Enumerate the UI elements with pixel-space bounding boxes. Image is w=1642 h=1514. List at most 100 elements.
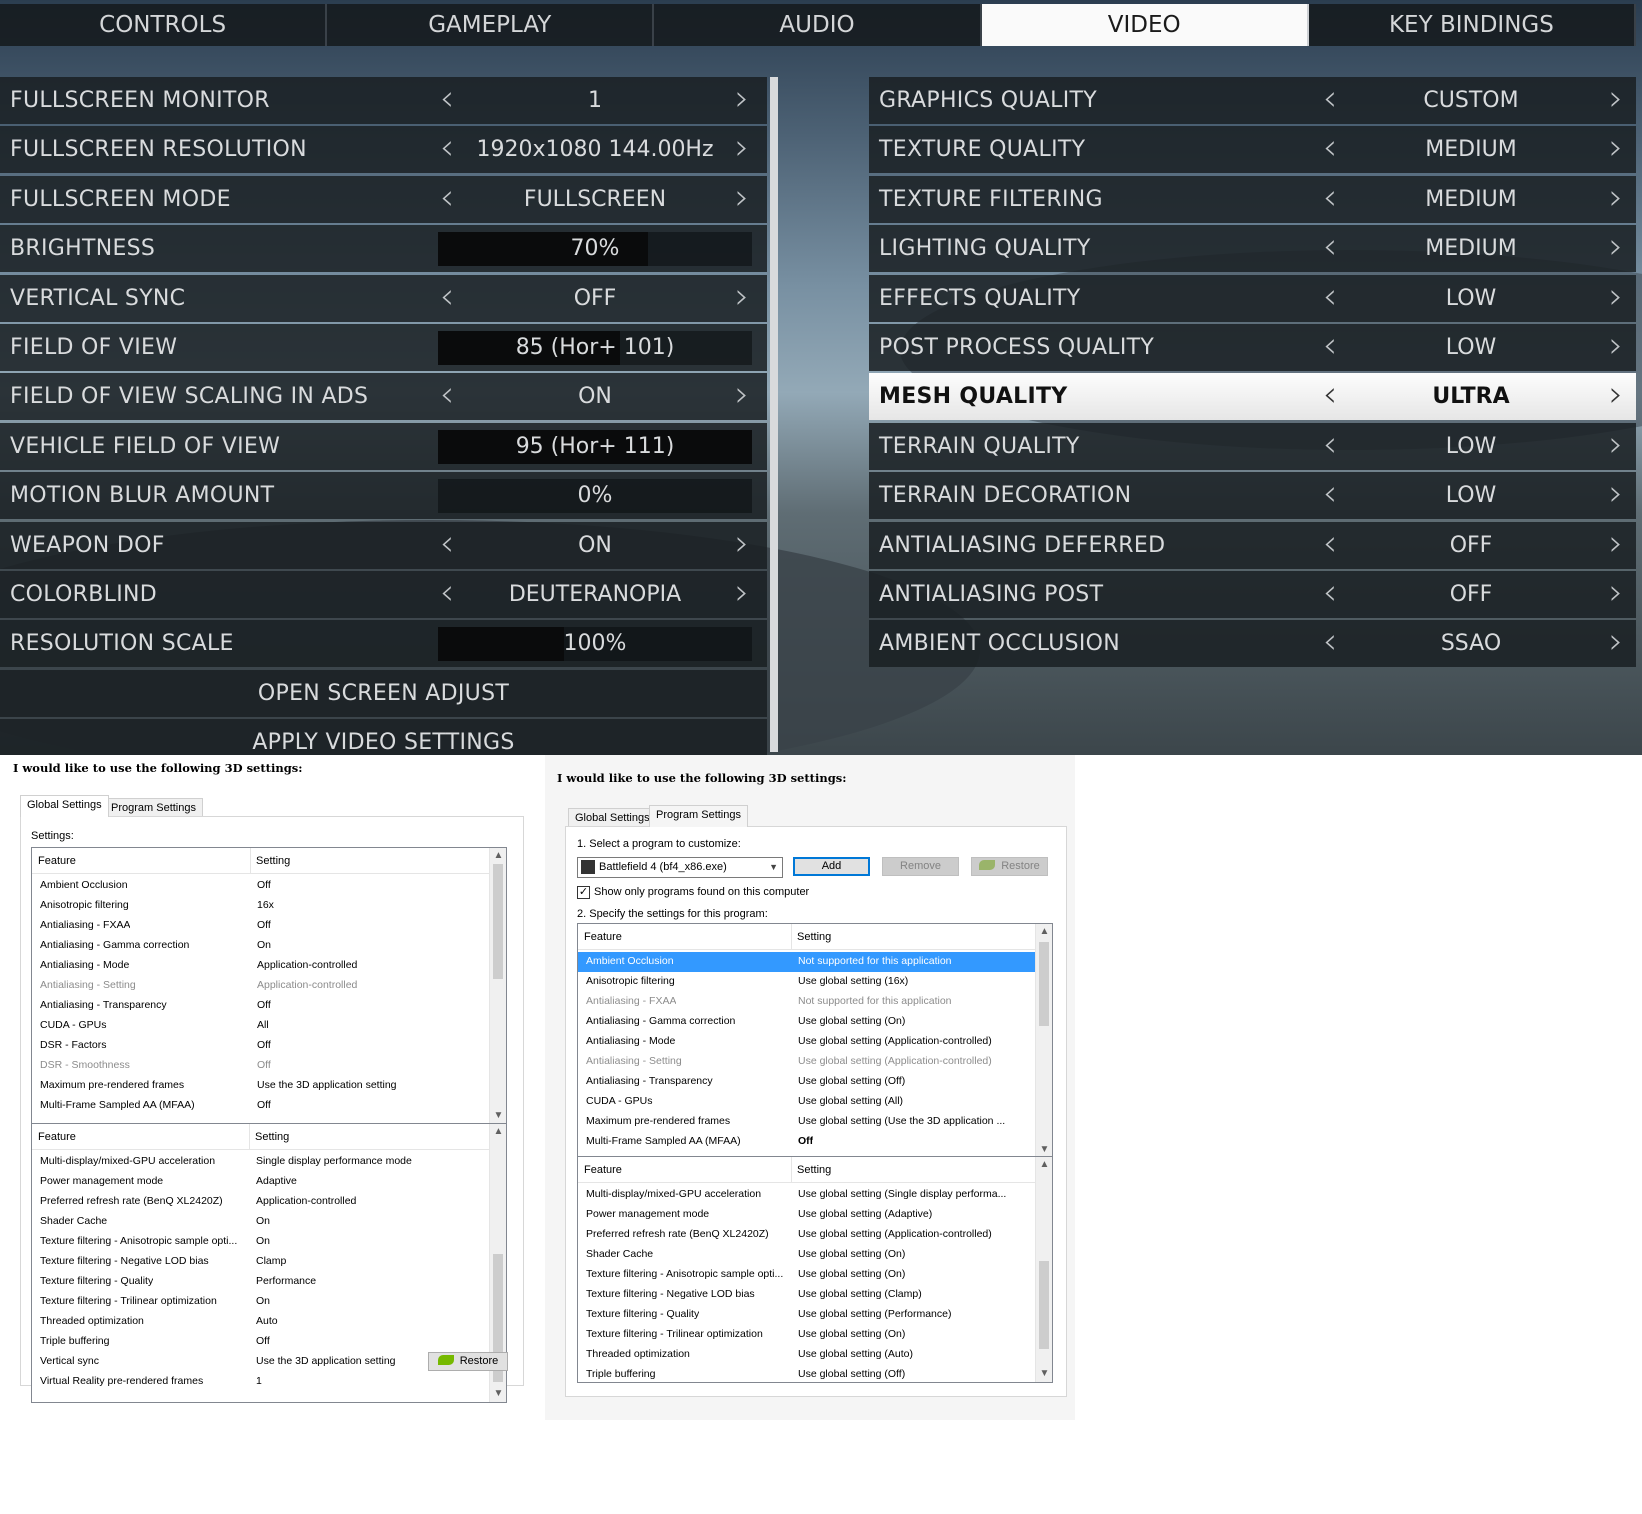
tab-key-bindings[interactable]: KEY BINDINGS <box>1308 4 1637 46</box>
list-row[interactable]: Antialiasing - Transparency Off <box>32 996 489 1016</box>
column-header-setting[interactable]: Setting <box>256 855 290 867</box>
tab-video[interactable]: VIDEO <box>981 4 1309 46</box>
setting-row-motion-blur-amount[interactable]: MOTION BLUR AMOUNT 0% <box>0 472 767 520</box>
chevron-right-icon[interactable]: › <box>728 574 756 610</box>
list-row[interactable]: Antialiasing - FXAA Not supported for thi… <box>578 992 1035 1012</box>
list-row[interactable]: Texture filtering - Anisotropic sample o… <box>578 1265 1035 1285</box>
setting-row-terrain-quality[interactable]: TERRAIN QUALITY ‹ LOW › <box>869 422 1636 470</box>
setting-row-texture-quality[interactable]: TEXTURE QUALITY ‹ MEDIUM › <box>869 126 1636 174</box>
setting-slider[interactable]: 100% <box>438 627 752 662</box>
list-row[interactable]: Triple buffering Off <box>32 1332 489 1352</box>
list-row[interactable]: Texture filtering - Trilinear optimizati… <box>578 1325 1035 1345</box>
list-row[interactable]: Vertical sync Use the 3D application sett… <box>32 1352 489 1372</box>
scrollbar-thumb[interactable] <box>493 864 503 979</box>
list-row[interactable]: Preferred refresh rate (BenQ XL2420Z) App… <box>32 1192 489 1212</box>
list-row[interactable]: CUDA - GPUs Use global setting (All) <box>578 1092 1035 1112</box>
chevron-right-icon[interactable]: › <box>728 179 756 215</box>
chevron-right-icon[interactable]: › <box>1602 327 1630 363</box>
list-row[interactable]: Virtual Reality pre-rendered frames 1 <box>32 1372 489 1392</box>
list-row[interactable]: Texture filtering - Negative LOD bias Cla… <box>32 1252 489 1272</box>
list-row[interactable]: Antialiasing - Mode Application-controlle… <box>32 956 489 976</box>
global-settings-list-upper[interactable]: Feature Setting Ambient Occlusion Off Anisot… <box>31 847 507 1125</box>
setting-row-fullscreen-mode[interactable]: FULLSCREEN MODE ‹ FULLSCREEN › <box>0 175 767 223</box>
list-row[interactable]: Preferred refresh rate (BenQ XL2420Z) Use… <box>578 1225 1035 1245</box>
program-settings-list-upper[interactable]: Feature Setting Ambient Occlusion Not suppo… <box>577 923 1053 1159</box>
chevron-right-icon[interactable]: › <box>728 377 756 413</box>
setting-row-post-process-quality[interactable]: POST PROCESS QUALITY ‹ LOW › <box>869 323 1636 371</box>
list-row[interactable]: DSR - Smoothness Off <box>32 1056 489 1076</box>
column-separator[interactable] <box>791 924 792 950</box>
setting-row-fullscreen-resolution[interactable]: FULLSCREEN RESOLUTION ‹ 1920x1080 144.00Hz… <box>0 126 767 174</box>
column-header-feature[interactable]: Feature <box>584 1164 622 1176</box>
list-row[interactable]: Power management mode Adaptive <box>32 1172 489 1192</box>
action-apply-video-settings[interactable]: APPLY VIDEO SETTINGS <box>0 719 767 755</box>
list-row[interactable]: Antialiasing - Setting Use global setting… <box>578 1052 1035 1072</box>
chevron-right-icon[interactable]: › <box>1602 624 1630 660</box>
list-row[interactable]: Multi-display/mixed-GPU acceleration Sing… <box>32 1152 489 1172</box>
list-row[interactable]: Texture filtering - Trilinear optimizati… <box>32 1292 489 1312</box>
list-scrollbar[interactable]: ▲ ▼ <box>1035 924 1052 1158</box>
list-row[interactable]: DSR - Factors Off <box>32 1036 489 1056</box>
list-row[interactable]: Ambient Occlusion Not supported for this … <box>578 952 1035 972</box>
column-header-setting[interactable]: Setting <box>255 1131 289 1143</box>
scroll-up-icon[interactable]: ▲ <box>1036 924 1052 940</box>
tab-program-settings[interactable]: Program Settings <box>649 805 748 827</box>
list-row[interactable]: Texture filtering - Quality Use global se… <box>578 1305 1035 1325</box>
list-row[interactable]: CUDA - GPUs All <box>32 1016 489 1036</box>
list-row[interactable]: Antialiasing - Transparency Use global se… <box>578 1072 1035 1092</box>
setting-row-antialiasing-deferred[interactable]: ANTIALIASING DEFERRED ‹ OFF › <box>869 521 1636 569</box>
column-separator[interactable] <box>791 1157 792 1183</box>
scrollbar-thumb[interactable] <box>1039 1261 1049 1349</box>
list-row[interactable]: Antialiasing - Gamma correction On <box>32 936 489 956</box>
setting-row-field-of-view[interactable]: FIELD OF VIEW 85 (Hor+ 101) <box>0 323 767 371</box>
chevron-right-icon[interactable]: › <box>1602 179 1630 215</box>
action-open-screen-adjust[interactable]: OPEN SCREEN ADJUST <box>0 669 767 717</box>
chevron-right-icon[interactable]: › <box>1602 130 1630 166</box>
show-only-checkbox[interactable]: ✓ <box>577 886 590 899</box>
setting-row-effects-quality[interactable]: EFFECTS QUALITY ‹ LOW › <box>869 274 1636 322</box>
list-row[interactable]: Texture filtering - Quality Performance <box>32 1272 489 1292</box>
program-select[interactable]: Battlefield 4 (bf4_x86.exe) ▼ <box>577 857 783 878</box>
list-row[interactable]: Multi-Frame Sampled AA (MFAA) Off <box>32 1096 489 1116</box>
chevron-right-icon[interactable]: › <box>728 81 756 117</box>
scroll-down-icon[interactable]: ▼ <box>490 1386 506 1402</box>
setting-row-weapon-dof[interactable]: WEAPON DOF ‹ ON › <box>0 521 767 569</box>
list-row[interactable]: Antialiasing - Gamma correction Use globa… <box>578 1012 1035 1032</box>
tab-controls[interactable]: CONTROLS <box>0 4 328 46</box>
tab-global-settings[interactable]: Global Settings <box>20 795 109 817</box>
list-row[interactable]: Multi-display/mixed-GPU acceleration Use … <box>578 1185 1035 1205</box>
column-header-setting[interactable]: Setting <box>797 1164 831 1176</box>
setting-row-vertical-sync[interactable]: VERTICAL SYNC ‹ OFF › <box>0 274 767 322</box>
restore-button[interactable]: Restore <box>428 1352 508 1371</box>
list-row[interactable]: Anisotropic filtering Use global setting … <box>578 972 1035 992</box>
setting-row-terrain-decoration[interactable]: TERRAIN DECORATION ‹ LOW › <box>869 472 1636 520</box>
list-row[interactable]: Antialiasing - Mode Use global setting (A… <box>578 1032 1035 1052</box>
settings-scrollbar[interactable] <box>770 77 778 752</box>
setting-row-ambient-occlusion[interactable]: AMBIENT OCCLUSION ‹ SSAO › <box>869 620 1636 668</box>
list-row[interactable]: Maximum pre-rendered frames Use the 3D ap… <box>32 1076 489 1096</box>
column-header-setting[interactable]: Setting <box>797 931 831 943</box>
tab-audio[interactable]: AUDIO <box>654 4 982 46</box>
list-row[interactable]: Shader Cache Use global setting (On) <box>578 1245 1035 1265</box>
column-header-feature[interactable]: Feature <box>38 855 76 867</box>
column-separator[interactable] <box>249 1124 250 1150</box>
chevron-right-icon[interactable]: › <box>1602 81 1630 117</box>
scroll-down-icon[interactable]: ▼ <box>490 1108 506 1124</box>
chevron-right-icon[interactable]: › <box>1602 525 1630 561</box>
setting-row-field-of-view-scaling-in-ads[interactable]: FIELD OF VIEW SCALING IN ADS ‹ ON › <box>0 373 767 421</box>
setting-row-resolution-scale[interactable]: RESOLUTION SCALE 100% <box>0 620 767 668</box>
list-row[interactable]: Power management mode Use global setting … <box>578 1205 1035 1225</box>
list-row[interactable]: Ambient Occlusion Off <box>32 876 489 896</box>
list-row[interactable]: Anisotropic filtering 16x <box>32 896 489 916</box>
list-row[interactable]: Threaded optimization Use global setting … <box>578 1345 1035 1365</box>
chevron-right-icon[interactable]: › <box>728 278 756 314</box>
scrollbar-thumb[interactable] <box>1039 942 1049 1026</box>
list-row[interactable]: Texture filtering - Negative LOD bias Use… <box>578 1285 1035 1305</box>
chevron-right-icon[interactable]: › <box>1602 377 1630 413</box>
chevron-right-icon[interactable]: › <box>728 525 756 561</box>
list-scrollbar[interactable]: ▲ ▼ <box>489 848 506 1124</box>
scroll-up-icon[interactable]: ▲ <box>490 848 506 864</box>
chevron-right-icon[interactable]: › <box>1602 229 1630 265</box>
setting-row-brightness[interactable]: BRIGHTNESS 70% <box>0 225 767 273</box>
chevron-right-icon[interactable]: › <box>1602 476 1630 512</box>
